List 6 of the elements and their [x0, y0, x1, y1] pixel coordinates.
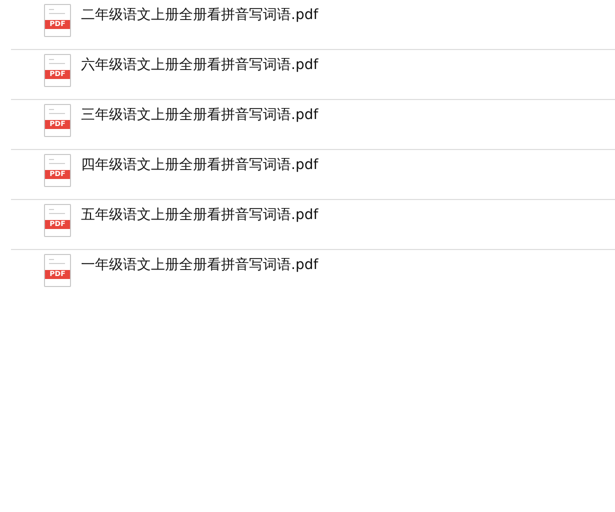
file-name[interactable]: 四年级语文上册全册看拼音写词语.pdf — [81, 155, 318, 175]
file-name[interactable]: 五年级语文上册全册看拼音写词语.pdf — [81, 205, 318, 225]
file-name[interactable]: 一年级语文上册全册看拼音写词语.pdf — [81, 255, 318, 275]
file-name[interactable]: 三年级语文上册全册看拼音写词语.pdf — [81, 105, 318, 125]
file-name[interactable]: 二年级语文上册全册看拼音写词语.pdf — [81, 5, 318, 25]
file-name[interactable]: 六年级语文上册全册看拼音写词语.pdf — [81, 55, 318, 75]
